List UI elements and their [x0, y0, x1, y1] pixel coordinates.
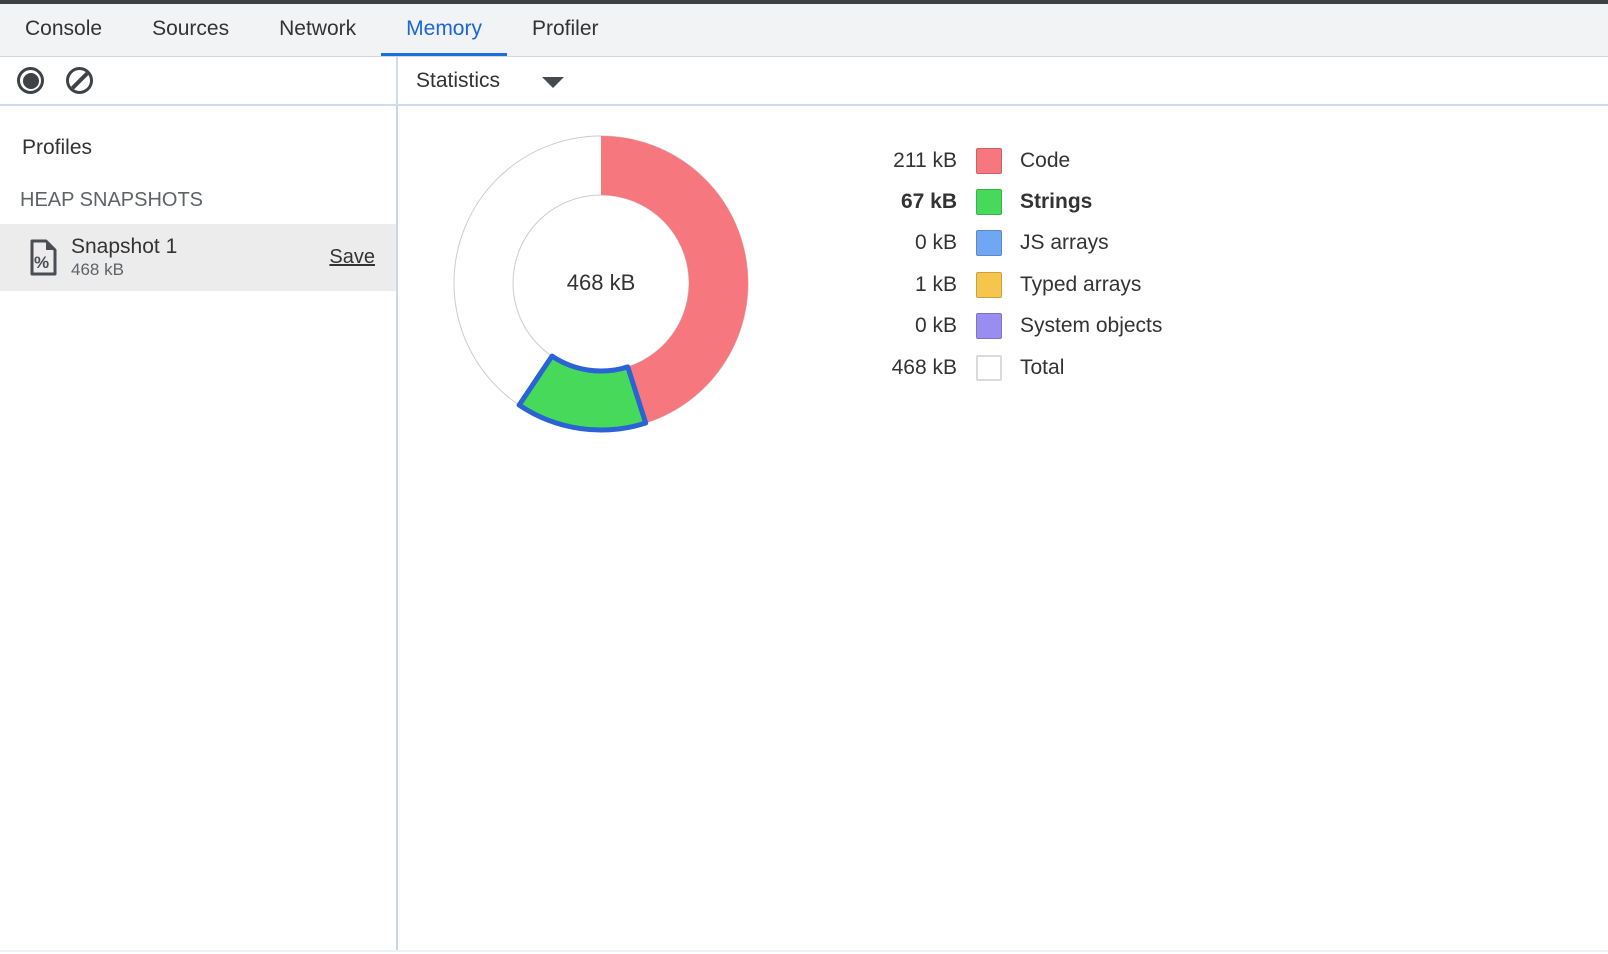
tab-label: Memory — [406, 17, 482, 41]
perspective-select[interactable]: Statistics — [416, 69, 564, 93]
legend-swatch-typed-arrays — [976, 272, 1002, 298]
heap-snapshots-section-title: HEAP SNAPSHOTS — [20, 189, 203, 212]
tab-label: Network — [279, 17, 356, 41]
tab-network[interactable]: Network — [254, 4, 381, 56]
legend-row-js-arrays[interactable]: 0 kB JS arrays — [803, 223, 1162, 264]
legend-swatch-code — [976, 148, 1002, 174]
legend-value: 1 kB — [803, 273, 957, 297]
statistics-view: 468 kB 211 kB Code 67 kB Strings 0 kB JS… — [398, 106, 1608, 950]
legend-row-system-objects[interactable]: 0 kB System objects — [803, 306, 1162, 347]
profiles-sidebar: Profiles HEAP SNAPSHOTS % Snapshot 1 468… — [0, 106, 398, 950]
legend-label: JS arrays — [1020, 231, 1109, 255]
tab-label: Sources — [152, 17, 229, 41]
clear-icon[interactable] — [66, 67, 93, 94]
legend-label: Typed arrays — [1020, 273, 1141, 297]
donut-chart-svg — [446, 128, 756, 438]
svg-text:%: % — [34, 253, 49, 272]
legend-label: Strings — [1020, 190, 1092, 214]
donut-slice-strings[interactable] — [519, 356, 646, 430]
heap-snapshot-file-icon: % — [28, 239, 58, 276]
panel-content: Profiles HEAP SNAPSHOTS % Snapshot 1 468… — [0, 106, 1608, 950]
legend-row-code[interactable]: 211 kB Code — [803, 140, 1162, 181]
triangle-down-icon — [542, 77, 564, 88]
chart-legend: 211 kB Code 67 kB Strings 0 kB JS arrays… — [803, 140, 1162, 388]
legend-value: 468 kB — [803, 356, 957, 380]
toolbar-left-section — [0, 57, 398, 104]
snapshot-title: Snapshot 1 — [71, 235, 177, 259]
perspective-select-value: Statistics — [416, 69, 500, 93]
legend-value: 67 kB — [803, 190, 957, 214]
legend-swatch-js-arrays — [976, 230, 1002, 256]
legend-row-strings[interactable]: 67 kB Strings — [803, 181, 1162, 222]
legend-value: 0 kB — [803, 231, 957, 255]
legend-swatch-total — [976, 355, 1002, 381]
legend-row-typed-arrays[interactable]: 1 kB Typed arrays — [803, 264, 1162, 305]
tab-console[interactable]: Console — [0, 4, 127, 56]
legend-label: System objects — [1020, 314, 1162, 338]
tab-label: Console — [25, 17, 102, 41]
snapshot-size: 468 kB — [71, 260, 177, 280]
tab-label: Profiler — [532, 17, 599, 41]
legend-label: Code — [1020, 149, 1070, 173]
legend-value: 211 kB — [803, 149, 957, 173]
donut-ring-outline — [513, 195, 689, 371]
heap-statistics-donut-chart: 468 kB — [446, 128, 756, 438]
tab-memory[interactable]: Memory — [381, 4, 507, 56]
legend-label: Total — [1020, 356, 1064, 380]
devtools-tab-bar: Console Sources Network Memory Profiler — [0, 4, 1608, 57]
tab-sources[interactable]: Sources — [127, 4, 254, 56]
record-icon[interactable] — [17, 67, 44, 94]
legend-swatch-strings — [976, 189, 1002, 215]
tab-profiler[interactable]: Profiler — [507, 4, 624, 56]
memory-panel-toolbar: Statistics — [0, 57, 1608, 106]
legend-swatch-system-objects — [976, 313, 1002, 339]
profiles-title: Profiles — [22, 136, 92, 160]
legend-row-total[interactable]: 468 kB Total — [803, 347, 1162, 388]
window-bottom-strip — [0, 950, 1608, 952]
snapshot-texts: Snapshot 1 468 kB — [71, 235, 177, 280]
snapshot-save-link[interactable]: Save — [329, 246, 375, 269]
toolbar-right-section: Statistics — [398, 57, 1608, 104]
snapshot-list-item[interactable]: % Snapshot 1 468 kB Save — [0, 224, 396, 291]
legend-value: 0 kB — [803, 314, 957, 338]
